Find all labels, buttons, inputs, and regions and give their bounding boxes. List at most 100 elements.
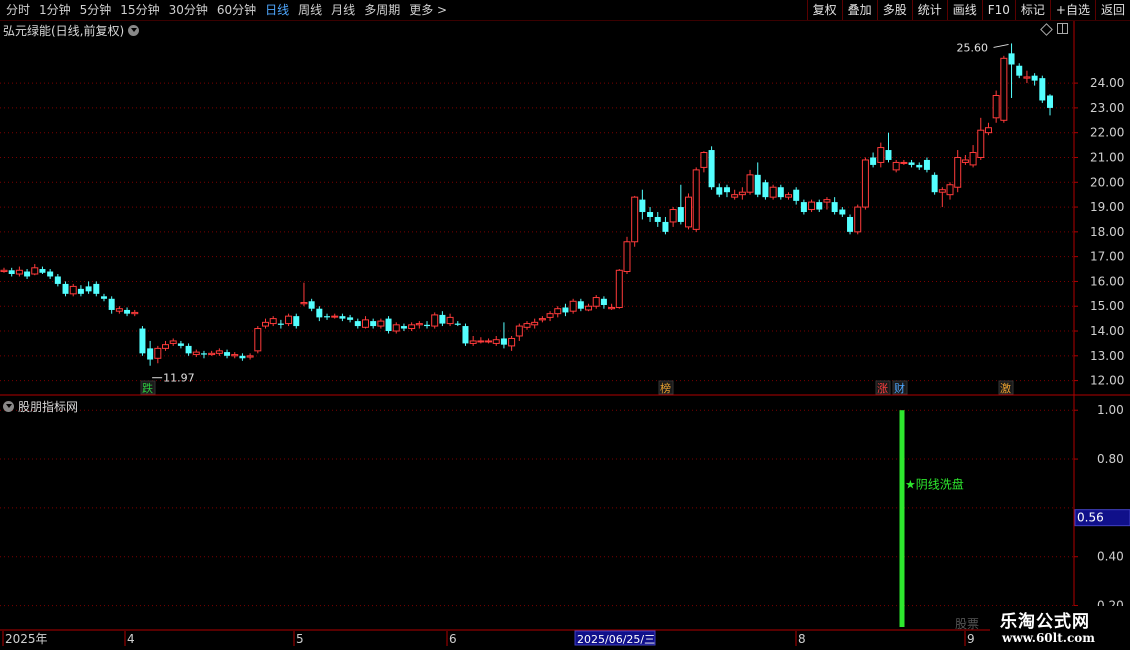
candle-body <box>224 352 231 356</box>
candle <box>708 146 715 190</box>
candle <box>77 285 84 297</box>
indicator-title[interactable]: 股朋指标网 <box>3 398 78 415</box>
candle <box>192 349 200 358</box>
candle <box>692 167 700 232</box>
candle <box>892 159 900 173</box>
candle-body <box>1008 53 1015 65</box>
candle-body <box>139 328 146 354</box>
candle <box>85 281 92 294</box>
candle <box>577 298 584 312</box>
price-tick-label: 14.00 <box>1090 324 1124 338</box>
candle <box>131 309 139 317</box>
candle <box>623 236 631 274</box>
candle <box>969 145 977 168</box>
signal-label: ★阴线洗盘 <box>905 476 964 491</box>
candle <box>669 207 677 227</box>
candle <box>424 321 431 329</box>
candle <box>885 132 892 163</box>
candle <box>777 184 784 200</box>
event-marker: 榜 <box>658 380 674 395</box>
candle <box>308 298 315 312</box>
candle-body <box>746 174 754 193</box>
price-tick-label: 23.00 <box>1090 101 1124 115</box>
candle <box>961 155 969 165</box>
candle-body <box>24 271 31 277</box>
candle-body <box>347 317 354 320</box>
chevron-down-icon[interactable] <box>3 401 14 412</box>
event-marker-label: 跌 <box>142 381 153 395</box>
candle <box>31 264 39 276</box>
grid-lines <box>0 82 1074 607</box>
candle <box>1023 70 1031 84</box>
candle <box>139 326 146 356</box>
candle-body <box>293 316 300 327</box>
candle-body <box>500 338 507 345</box>
candle <box>392 322 400 334</box>
cursor-date-label: 2025/06/25/三 <box>577 633 655 646</box>
candle <box>439 311 446 327</box>
candle-body <box>538 318 546 321</box>
candle-body <box>324 316 331 318</box>
candle-body <box>785 194 792 198</box>
candle-body <box>654 216 661 222</box>
candle <box>108 296 115 314</box>
candle <box>47 269 54 279</box>
candle <box>1016 63 1023 79</box>
candle-body <box>992 95 1000 119</box>
candle-body <box>515 325 523 337</box>
candle <box>300 282 308 307</box>
candle-body <box>93 283 100 294</box>
candle-body <box>923 159 930 170</box>
candle-body <box>847 216 854 232</box>
price-tick-label: 17.00 <box>1090 250 1124 264</box>
candle-body <box>115 308 123 312</box>
candle-body <box>192 351 200 356</box>
candle-body <box>892 161 900 171</box>
date-tick-label: 8 <box>798 632 806 646</box>
candle-body <box>647 212 654 217</box>
candle <box>685 193 693 230</box>
candle <box>254 326 262 354</box>
candle <box>677 184 684 225</box>
candle-body <box>254 328 262 352</box>
candle <box>339 313 346 322</box>
candle-body <box>931 174 938 193</box>
candle <box>754 162 761 198</box>
candle-body <box>108 298 115 310</box>
candle-body <box>485 340 493 343</box>
candle-body <box>39 269 46 273</box>
candle <box>277 319 284 329</box>
candle <box>931 172 938 195</box>
candle <box>938 187 946 208</box>
candle-body <box>577 301 584 309</box>
candle-body <box>700 152 708 168</box>
candle <box>738 187 746 200</box>
candle <box>615 269 623 309</box>
candle <box>662 216 669 235</box>
candle <box>923 157 930 173</box>
candle <box>992 90 1000 123</box>
candle-body <box>546 313 554 318</box>
date-tick-label: 9 <box>967 632 975 646</box>
candle-body <box>316 308 323 318</box>
candle-body <box>62 283 69 294</box>
candle-body <box>477 340 485 343</box>
candle <box>361 316 369 329</box>
candle-body <box>685 196 693 228</box>
candle <box>723 184 730 198</box>
watermark-title: 乐淘公式网 <box>1000 612 1090 632</box>
event-marker-label: 榜 <box>660 381 671 395</box>
candle <box>639 189 646 220</box>
candle-body <box>631 196 639 243</box>
candle <box>1047 94 1053 116</box>
candle-body <box>454 323 461 325</box>
candle-body <box>1000 57 1008 121</box>
candle <box>800 199 807 215</box>
candle-body <box>531 321 539 326</box>
candle-body <box>231 354 239 357</box>
candle-body <box>1039 78 1046 101</box>
candle-body <box>854 206 862 233</box>
candle-body <box>31 267 39 275</box>
candle-body <box>431 314 439 327</box>
price-chart[interactable]: 24.00 23.00 22.00 21.00 20.00 19.00 18.00 17.00… <box>0 0 1130 650</box>
